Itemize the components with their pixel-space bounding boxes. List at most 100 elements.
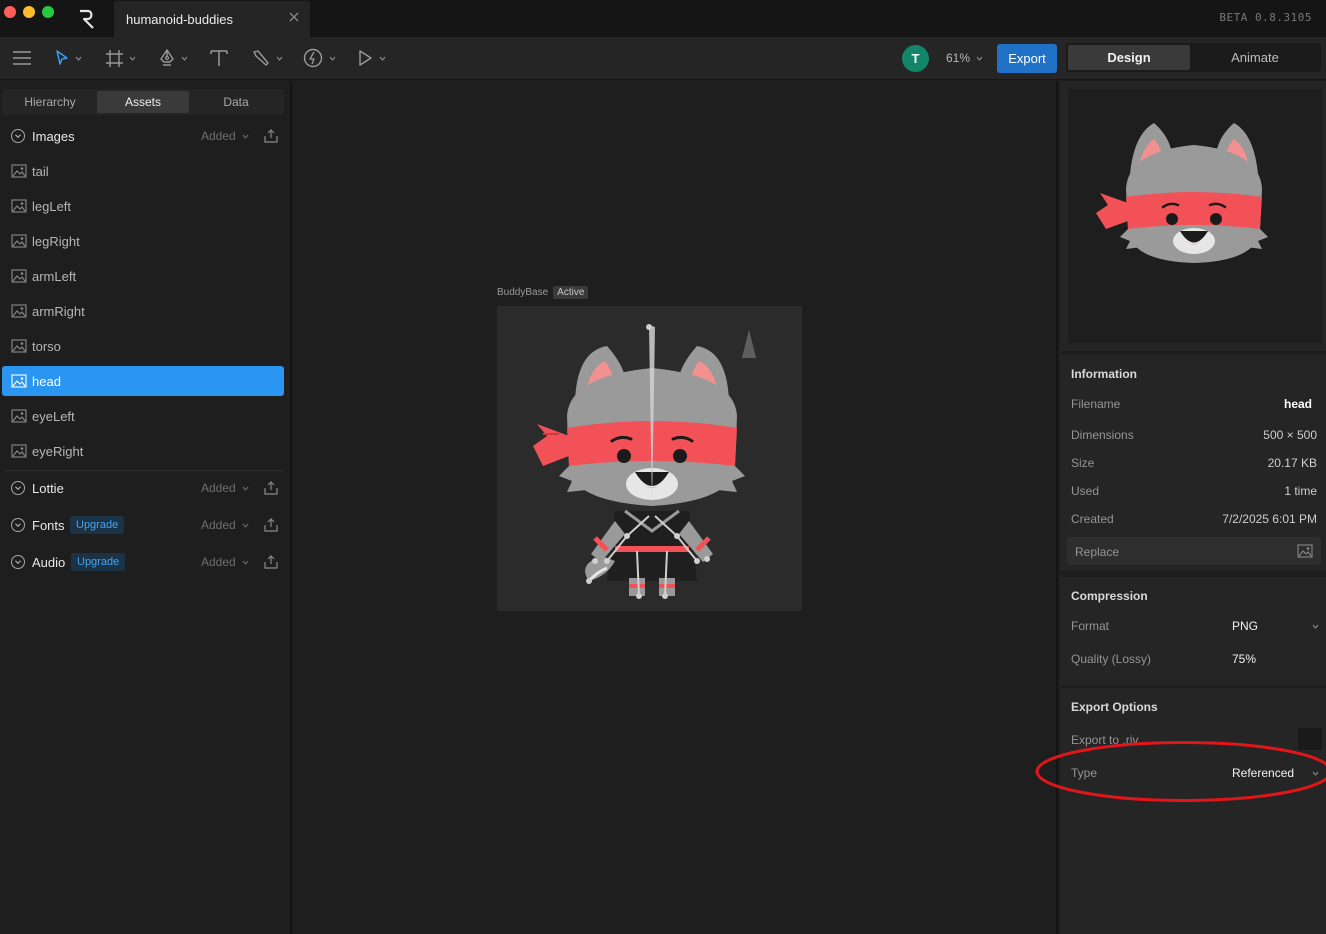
size-value: 20.17 KB xyxy=(1267,456,1317,470)
used-label: Used xyxy=(1071,484,1100,498)
asset-item-torso[interactable]: torso xyxy=(2,331,284,361)
artboard-status-badge: Active xyxy=(553,286,589,299)
frame-tool[interactable] xyxy=(106,47,136,69)
select-tool[interactable] xyxy=(55,47,82,69)
chevron-down-icon xyxy=(242,523,249,528)
export-to-riv-toggle[interactable] xyxy=(1298,728,1322,750)
pen-tool-icon xyxy=(160,49,174,66)
images-section-title: Images xyxy=(32,128,75,144)
zoom-dropdown[interactable]: 61% xyxy=(946,51,983,65)
filter-label: Added xyxy=(201,481,236,495)
character-illustration[interactable] xyxy=(497,306,802,611)
information-card: Information Filename head Dimensions 500… xyxy=(1060,355,1326,571)
export-options-title: Export Options xyxy=(1071,700,1158,714)
toolbar: T 61% Export Design Animate xyxy=(0,37,1326,80)
compression-card: Compression Format PNG Quality (Lossy) 7… xyxy=(1060,577,1326,685)
animate-mode-tab[interactable]: Animate xyxy=(1194,45,1316,70)
asset-item-armRight[interactable]: armRight xyxy=(2,296,284,326)
asset-label: eyeLeft xyxy=(32,408,75,424)
upload-icon[interactable] xyxy=(264,480,278,495)
canvas[interactable]: BuddyBase Active xyxy=(294,81,1056,934)
minimize-window-button[interactable] xyxy=(23,6,35,18)
format-label: Format xyxy=(1071,619,1110,633)
frame-tool-icon xyxy=(106,49,123,67)
bone-tool-icon xyxy=(253,50,269,66)
chevron-down-icon xyxy=(75,56,82,61)
fonts-filter-dropdown[interactable]: Added xyxy=(201,518,249,532)
upload-icon[interactable] xyxy=(264,554,278,569)
asset-preview-card xyxy=(1060,81,1326,351)
created-value: 7/2/2025 6:01 PM xyxy=(1222,512,1317,526)
artboard-label[interactable]: BuddyBase Active xyxy=(497,286,589,299)
asset-item-eyeLeft[interactable]: eyeLeft xyxy=(2,401,284,431)
export-to-riv-label: Export to .riv xyxy=(1071,733,1139,747)
image-icon xyxy=(11,339,27,353)
text-tool[interactable] xyxy=(210,47,228,69)
quality-input[interactable]: 75% xyxy=(1232,652,1256,666)
play-tool[interactable] xyxy=(358,47,386,69)
tab-assets[interactable]: Assets xyxy=(97,91,189,113)
asset-label: legRight xyxy=(32,233,80,249)
images-section-header[interactable]: Images Added xyxy=(0,123,292,149)
upload-icon[interactable] xyxy=(264,517,278,532)
chevron-down-icon xyxy=(242,486,249,491)
upgrade-badge[interactable]: Upgrade xyxy=(71,553,126,571)
left-panel: Hierarchy Assets Data Images Added tail l… xyxy=(0,81,292,934)
type-label: Type xyxy=(1071,766,1098,780)
chevron-down-icon xyxy=(976,56,983,61)
mode-switch: Design Animate xyxy=(1066,43,1321,72)
quality-label: Quality (Lossy) xyxy=(1071,652,1152,666)
upload-icon[interactable] xyxy=(264,128,278,143)
rive-logo-icon[interactable] xyxy=(76,8,98,30)
head-preview-image xyxy=(1096,123,1268,263)
audio-section-header[interactable]: Audio Upgrade Added xyxy=(0,549,292,575)
image-icon xyxy=(11,269,27,283)
menu-icon[interactable] xyxy=(13,47,31,69)
replace-button[interactable]: Replace xyxy=(1067,537,1321,565)
lottie-section-header[interactable]: Lottie Added xyxy=(0,475,292,501)
collapse-chevron-icon[interactable] xyxy=(11,481,25,495)
tab-data[interactable]: Data xyxy=(190,91,282,113)
audio-section-title: Audio xyxy=(32,554,66,570)
chevron-down-icon xyxy=(329,56,336,61)
audio-filter-dropdown[interactable]: Added xyxy=(201,555,249,569)
image-icon xyxy=(11,234,27,248)
asset-item-legLeft[interactable]: legLeft xyxy=(2,191,284,221)
bone-tool[interactable] xyxy=(252,47,283,69)
asset-item-tail[interactable]: tail xyxy=(2,156,284,186)
version-label: BETA 0.8.3105 xyxy=(1219,11,1312,24)
asset-item-head[interactable]: head xyxy=(2,366,284,396)
constraint-tool-icon xyxy=(303,48,323,68)
collapse-chevron-icon[interactable] xyxy=(11,129,25,143)
asset-item-armLeft[interactable]: armLeft xyxy=(2,261,284,291)
fonts-section-header[interactable]: Fonts Upgrade Added xyxy=(0,512,292,538)
pen-tool[interactable] xyxy=(159,47,188,69)
design-mode-tab[interactable]: Design xyxy=(1068,45,1190,70)
close-icon[interactable] xyxy=(287,10,301,24)
image-icon xyxy=(11,304,27,318)
user-avatar[interactable]: T xyxy=(902,45,929,72)
constraint-tool[interactable] xyxy=(303,47,336,69)
lottie-filter-dropdown[interactable]: Added xyxy=(201,481,249,495)
asset-label: head xyxy=(32,373,61,389)
asset-item-legRight[interactable]: legRight xyxy=(2,226,284,256)
lottie-section-title: Lottie xyxy=(32,480,64,496)
tab-hierarchy[interactable]: Hierarchy xyxy=(4,91,96,113)
image-icon xyxy=(11,164,27,178)
collapse-chevron-icon[interactable] xyxy=(11,518,25,532)
zoom-window-button[interactable] xyxy=(42,6,54,18)
play-icon xyxy=(359,50,372,66)
collapse-chevron-icon[interactable] xyxy=(11,555,25,569)
export-options-card: Export Options Export to .riv Type Refer… xyxy=(1060,688,1326,934)
document-tab[interactable]: humanoid-buddies xyxy=(114,1,310,37)
upgrade-badge[interactable]: Upgrade xyxy=(70,516,125,534)
title-bar: humanoid-buddies BETA 0.8.3105 xyxy=(0,0,1326,37)
asset-item-eyeRight[interactable]: eyeRight xyxy=(2,436,284,466)
export-button[interactable]: Export xyxy=(997,44,1057,73)
close-window-button[interactable] xyxy=(4,6,16,18)
images-filter-dropdown[interactable]: Added xyxy=(201,129,249,143)
document-tab-title: humanoid-buddies xyxy=(126,12,233,27)
filename-label: Filename xyxy=(1071,397,1121,411)
chevron-down-icon xyxy=(1312,624,1319,629)
artboard[interactable] xyxy=(497,306,802,611)
